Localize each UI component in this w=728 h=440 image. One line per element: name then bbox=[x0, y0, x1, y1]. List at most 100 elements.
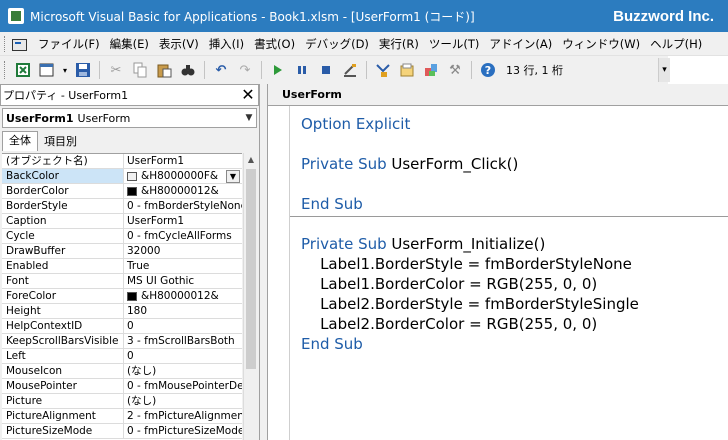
menu-tools[interactable]: ツール(T) bbox=[424, 32, 485, 56]
property-value[interactable]: 0 - fmBorderStyleNone bbox=[124, 199, 242, 213]
property-name: MouseIcon bbox=[2, 364, 124, 378]
property-value[interactable]: True bbox=[124, 259, 242, 273]
property-grid-scrollbar[interactable]: ▲ bbox=[243, 153, 258, 440]
project-explorer-icon[interactable] bbox=[373, 60, 393, 80]
insert-userform-icon[interactable] bbox=[37, 60, 57, 80]
property-row[interactable]: ForeColor &H80000012& bbox=[2, 289, 242, 304]
property-value[interactable]: &H80000012& bbox=[124, 289, 242, 303]
property-value[interactable]: 32000 bbox=[124, 244, 242, 258]
code-margin-indicator[interactable] bbox=[268, 106, 290, 440]
property-value[interactable]: (なし) bbox=[124, 394, 242, 408]
property-row[interactable]: Picture (なし) bbox=[2, 394, 242, 409]
property-row[interactable]: BorderStyle 0 - fmBorderStyleNone bbox=[2, 199, 242, 214]
cut-icon[interactable]: ✂ bbox=[106, 60, 126, 80]
break-icon[interactable] bbox=[292, 60, 312, 80]
menu-insert[interactable]: 挿入(I) bbox=[204, 32, 249, 56]
scrollbar-thumb[interactable] bbox=[246, 169, 256, 369]
chevron-down-icon[interactable]: ▼ bbox=[226, 169, 240, 183]
code-text: UserForm_Initialize() bbox=[391, 235, 546, 253]
chevron-down-icon[interactable]: ▼ bbox=[242, 113, 256, 123]
menu-debug[interactable]: デバッグ(D) bbox=[300, 32, 374, 56]
property-row[interactable]: KeepScrollBarsVisible 3 - fmScrollBarsBot… bbox=[2, 334, 242, 349]
code-editor[interactable]: Option Explicit Private Sub UserForm_Clic… bbox=[301, 114, 639, 354]
menu-run[interactable]: 実行(R) bbox=[374, 32, 424, 56]
property-value[interactable]: MS UI Gothic bbox=[124, 274, 242, 288]
undo-icon[interactable]: ↶ bbox=[211, 60, 231, 80]
property-row[interactable]: DrawBuffer 32000 bbox=[2, 244, 242, 259]
help-icon[interactable]: ? bbox=[478, 60, 498, 80]
property-value[interactable]: 0 bbox=[124, 319, 242, 333]
find-icon[interactable] bbox=[178, 60, 198, 80]
property-value[interactable]: 0 bbox=[124, 349, 242, 363]
property-row[interactable]: PictureSizeMode0 - fmPictureSizeModeClip bbox=[2, 424, 242, 439]
menu-grip[interactable] bbox=[4, 35, 7, 52]
property-value-text: UserForm1 bbox=[127, 155, 185, 167]
property-value[interactable]: &H80000012& bbox=[124, 184, 242, 198]
panel-splitter[interactable] bbox=[260, 84, 268, 440]
properties-window-title: プロパティ - UserForm1 bbox=[3, 89, 129, 102]
property-value[interactable]: &H8000000F& ▼ bbox=[124, 169, 242, 183]
property-row[interactable]: Cycle 0 - fmCycleAllForms bbox=[2, 229, 242, 244]
menu-window[interactable]: ウィンドウ(W) bbox=[557, 32, 645, 56]
run-icon[interactable] bbox=[268, 60, 288, 80]
property-value[interactable]: 0 - fmCycleAllForms bbox=[124, 229, 242, 243]
property-value[interactable]: 3 - fmScrollBarsBoth bbox=[124, 334, 242, 348]
toolbar-grip[interactable] bbox=[4, 61, 7, 79]
save-icon[interactable] bbox=[73, 60, 93, 80]
property-row[interactable]: BackColor &H8000000F& ▼ bbox=[2, 169, 242, 184]
redo-icon[interactable]: ↷ bbox=[235, 60, 255, 80]
property-row[interactable]: Caption UserForm1 bbox=[2, 214, 242, 229]
property-value[interactable]: (なし) bbox=[124, 364, 242, 378]
property-row[interactable]: Font MS UI Gothic bbox=[2, 274, 242, 289]
close-icon[interactable]: ✕ bbox=[238, 85, 258, 105]
toolbar-overflow-button[interactable]: ▾ bbox=[658, 58, 670, 82]
code-line: End Sub bbox=[301, 334, 639, 354]
property-value[interactable]: UserForm1 bbox=[124, 214, 242, 228]
property-name: MousePointer bbox=[2, 379, 124, 393]
property-value-text: 2 - fmPictureAlignmentCenter bbox=[127, 410, 242, 422]
property-row[interactable]: (オブジェクト名) UserForm1 bbox=[2, 154, 242, 169]
menu-format[interactable]: 書式(O) bbox=[249, 32, 300, 56]
menu-help[interactable]: ヘルプ(H) bbox=[645, 32, 707, 56]
property-row[interactable]: MousePointer0 - fmMousePointerDefault bbox=[2, 379, 242, 394]
design-mode-icon[interactable] bbox=[340, 60, 360, 80]
property-row[interactable]: Enabled True bbox=[2, 259, 242, 274]
tab-categorized[interactable]: 項目別 bbox=[38, 133, 83, 151]
vba-window-icon[interactable] bbox=[11, 36, 27, 52]
object-list-dropdown[interactable]: UserForm bbox=[268, 84, 728, 106]
object-selector[interactable]: UserForm1 UserForm ▼ bbox=[2, 108, 257, 128]
property-row[interactable]: Left 0 bbox=[2, 349, 242, 364]
menu-view[interactable]: 表示(V) bbox=[154, 32, 204, 56]
object-browser-icon[interactable] bbox=[421, 60, 441, 80]
reset-icon[interactable] bbox=[316, 60, 336, 80]
properties-window-icon[interactable] bbox=[397, 60, 417, 80]
excel-app-icon[interactable] bbox=[8, 8, 24, 24]
toolbar-separator bbox=[99, 61, 100, 79]
menu-addins[interactable]: アドイン(A) bbox=[484, 32, 557, 56]
menu-file[interactable]: ファイル(F) bbox=[33, 32, 105, 56]
property-row[interactable]: BorderColor &H80000012& bbox=[2, 184, 242, 199]
property-value[interactable]: 2 - fmPictureAlignmentCenter bbox=[124, 409, 242, 423]
code-line: Label2.BorderStyle = fmBorderStyleSingle bbox=[301, 294, 639, 314]
toolbox-icon[interactable]: ⚒ bbox=[445, 60, 465, 80]
tab-alphabetic[interactable]: 全体 bbox=[2, 131, 38, 151]
property-value[interactable]: 0 - fmPictureSizeModeClip bbox=[124, 424, 242, 438]
property-name: DrawBuffer bbox=[2, 244, 124, 258]
property-value[interactable]: 0 - fmMousePointerDefault bbox=[124, 379, 242, 393]
property-value[interactable]: UserForm1 bbox=[124, 154, 242, 168]
view-excel-icon[interactable] bbox=[13, 60, 33, 80]
property-value[interactable]: 180 bbox=[124, 304, 242, 318]
scroll-up-icon[interactable]: ▲ bbox=[244, 153, 258, 167]
property-value-text: &H80000012& bbox=[141, 185, 219, 197]
properties-tabs: 全体 項目別 bbox=[0, 131, 259, 151]
paste-icon[interactable] bbox=[154, 60, 174, 80]
menu-edit[interactable]: 編集(E) bbox=[105, 32, 154, 56]
code-text: Label1.BorderStyle = fmBorderStyleNone bbox=[301, 255, 632, 273]
dropdown-arrow-icon[interactable]: ▾ bbox=[61, 60, 69, 80]
property-row[interactable]: PictureAlignment2 - fmPictureAlignmentCe… bbox=[2, 409, 242, 424]
cursor-position-status: 13 行, 1 桁 bbox=[506, 64, 563, 77]
property-row[interactable]: MouseIcon (なし) bbox=[2, 364, 242, 379]
copy-icon[interactable] bbox=[130, 60, 150, 80]
property-row[interactable]: HelpContextID 0 bbox=[2, 319, 242, 334]
property-row[interactable]: Height 180 bbox=[2, 304, 242, 319]
